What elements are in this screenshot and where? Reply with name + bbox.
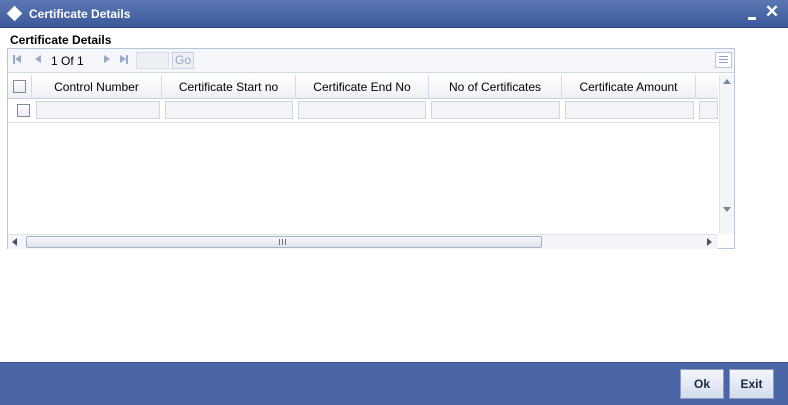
go-button[interactable]: Go xyxy=(172,52,194,69)
vertical-scrollbar[interactable] xyxy=(719,75,734,234)
horizontal-scrollbar[interactable] xyxy=(8,234,718,249)
scroll-grip-icon xyxy=(279,239,287,245)
control-number-input[interactable] xyxy=(36,101,160,119)
page-indicator: 1 Of 1 xyxy=(51,54,84,68)
column-header-control-number[interactable]: Control Number xyxy=(32,75,162,99)
diamond-icon xyxy=(6,5,23,22)
section-title: Certificate Details xyxy=(10,33,112,47)
page-of-label: Of xyxy=(61,54,74,68)
table-row xyxy=(8,99,718,123)
next-page-icon[interactable] xyxy=(101,53,113,67)
last-page-icon[interactable] xyxy=(119,53,131,67)
minimize-icon[interactable] xyxy=(746,7,760,23)
scroll-up-icon[interactable] xyxy=(723,79,731,84)
ok-button[interactable]: Ok xyxy=(680,369,724,399)
column-header-certificate-amount[interactable]: Certificate Amount xyxy=(562,75,696,99)
overflow-input[interactable] xyxy=(699,101,718,119)
table-header: Control Number Certificate Start no Cert… xyxy=(8,75,718,99)
scroll-down-icon[interactable] xyxy=(723,207,731,212)
horizontal-scroll-thumb[interactable] xyxy=(26,236,542,248)
column-header-certificate-end-no[interactable]: Certificate End No xyxy=(296,75,429,99)
column-header-no-of-certificates[interactable]: No of Certificates xyxy=(429,75,562,99)
row-checkbox[interactable] xyxy=(17,104,30,117)
dialog-footer: Ok Exit xyxy=(0,362,788,405)
page-number-input[interactable] xyxy=(136,52,169,69)
dialog-content: Certificate Details 1 Of 1 Go Control Nu… xyxy=(0,28,788,362)
grid-menu-icon[interactable] xyxy=(715,52,732,68)
column-header-overflow xyxy=(696,75,718,99)
select-all-cell xyxy=(8,75,32,99)
scroll-right-icon[interactable] xyxy=(707,238,712,246)
page-current: 1 xyxy=(51,54,58,68)
table-body xyxy=(8,99,718,234)
certificate-end-no-input[interactable] xyxy=(298,101,426,119)
window-titlebar: Certificate Details ✕ xyxy=(0,0,788,28)
grid-pager: 1 Of 1 Go xyxy=(8,49,734,73)
scroll-left-icon[interactable] xyxy=(12,238,17,246)
exit-button[interactable]: Exit xyxy=(729,369,774,399)
no-of-certificates-input[interactable] xyxy=(431,101,560,119)
certificate-grid: 1 Of 1 Go Control Number Certificate Sta… xyxy=(7,48,735,249)
column-header-certificate-start-no[interactable]: Certificate Start no xyxy=(162,75,296,99)
previous-page-icon[interactable] xyxy=(33,53,45,67)
certificate-amount-input[interactable] xyxy=(565,101,694,119)
first-page-icon[interactable] xyxy=(12,53,24,67)
window-title: Certificate Details xyxy=(29,7,131,21)
close-icon[interactable]: ✕ xyxy=(764,2,780,22)
certificate-start-no-input[interactable] xyxy=(165,101,293,119)
select-all-checkbox[interactable] xyxy=(13,80,26,93)
page-total: 1 xyxy=(77,54,84,68)
